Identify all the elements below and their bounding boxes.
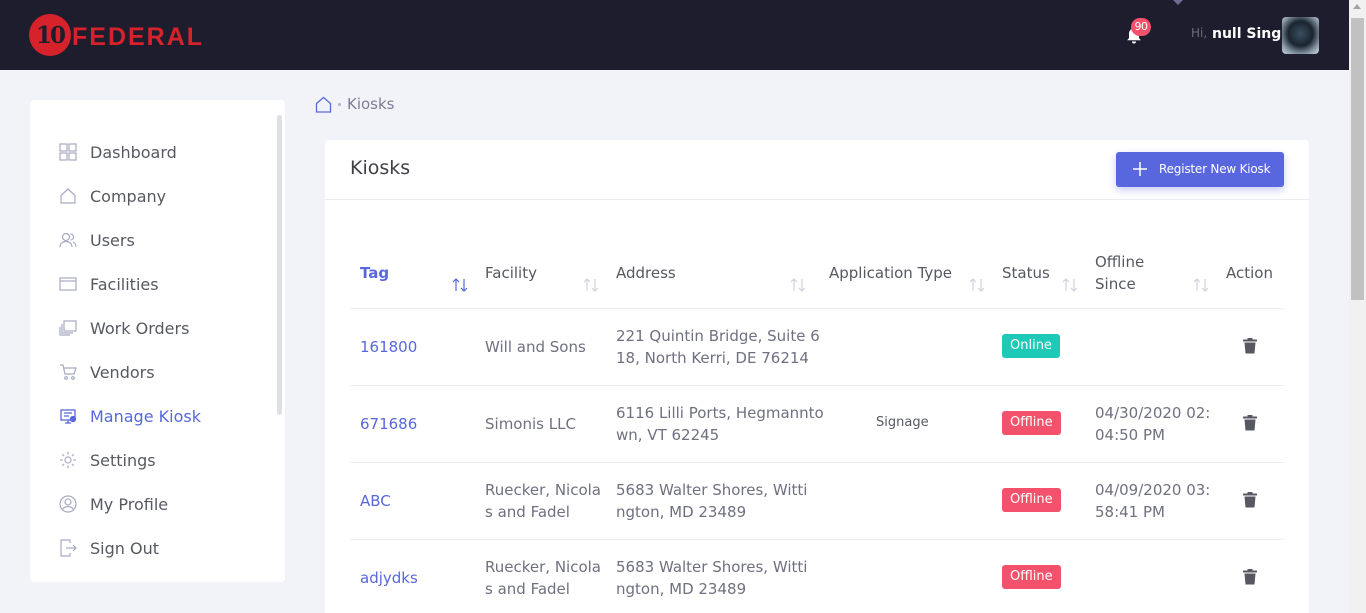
avatar[interactable] xyxy=(1282,17,1319,54)
facilities-icon xyxy=(59,277,77,291)
row-offline-since-line1: 04/09/2020 03: xyxy=(1095,481,1211,499)
sidebar-item-settings[interactable]: Settings xyxy=(30,438,250,482)
profile-icon xyxy=(59,495,77,513)
status-badge: Online xyxy=(1002,334,1060,358)
row-divider xyxy=(350,539,1284,540)
column-header-offline-since-line1[interactable]: Offline xyxy=(1095,251,1144,273)
sidebar-item-label: Users xyxy=(90,230,135,250)
table-header-divider xyxy=(350,308,1284,309)
sidebar-item-label: Dashboard xyxy=(90,142,177,162)
trash-icon[interactable] xyxy=(1243,415,1257,431)
row-facility: Simonis LLC xyxy=(485,415,576,433)
brand-logo[interactable]: 10 FEDERAL xyxy=(29,14,204,56)
row-address-line1: 5683 Walter Shores, Witti xyxy=(616,558,808,576)
row-tag-link[interactable]: adjydks xyxy=(360,567,418,589)
plus-icon xyxy=(1133,162,1147,176)
trash-icon[interactable] xyxy=(1243,338,1257,354)
sidebar-item-manage-kiosk[interactable]: Manage Kiosk xyxy=(30,394,250,438)
row-tag-link[interactable]: 671686 xyxy=(360,413,417,435)
column-header-tag[interactable]: Tag xyxy=(360,262,389,284)
row-address-line2: 18, North Kerri, DE 76214 xyxy=(616,349,809,367)
column-header-action: Action xyxy=(1226,264,1273,282)
register-button-label: Register New Kiosk xyxy=(1159,162,1271,176)
user-name[interactable]: null Singh xyxy=(1212,26,1291,42)
column-header-facility[interactable]: Facility xyxy=(485,262,537,284)
row-divider xyxy=(350,385,1284,386)
sidebar-item-label: My Profile xyxy=(90,494,169,514)
sidebar-item-my-profile[interactable]: My Profile xyxy=(30,482,250,526)
register-new-kiosk-button[interactable]: Register New Kiosk xyxy=(1116,152,1284,187)
sidebar-item-label: Vendors xyxy=(90,362,155,382)
home-icon xyxy=(60,188,76,204)
dropdown-caret-icon xyxy=(1173,0,1183,5)
logo-badge: 10 xyxy=(29,14,71,56)
sidebar-item-label: Manage Kiosk xyxy=(90,406,201,426)
column-header-application-type[interactable]: Application Type xyxy=(829,262,952,284)
sort-icon[interactable] xyxy=(969,278,985,292)
sort-asc-icon[interactable] xyxy=(452,278,468,292)
row-offline-since-line2: 58:41 PM xyxy=(1095,503,1165,521)
row-facility: Will and Sons xyxy=(485,338,586,356)
row-address-line1: 5683 Walter Shores, Witti xyxy=(616,481,808,499)
greeting-text: Hi, xyxy=(1191,26,1208,40)
trash-icon[interactable] xyxy=(1243,492,1257,508)
row-offline-since-line1: 04/30/2020 02: xyxy=(1095,404,1211,422)
page-title: Kiosks xyxy=(350,157,411,179)
row-tag-link[interactable]: 161800 xyxy=(360,336,417,358)
row-address-line2: ngton, MD 23489 xyxy=(616,503,747,521)
breadcrumb-current[interactable]: Kiosks xyxy=(347,95,395,113)
dashboard-icon xyxy=(59,143,77,161)
kiosks-card xyxy=(325,140,1309,613)
sidebar-item-company[interactable]: Company xyxy=(30,174,250,218)
column-header-address[interactable]: Address xyxy=(616,262,676,284)
column-header-status[interactable]: Status xyxy=(1002,262,1050,284)
sort-icon[interactable] xyxy=(790,278,806,292)
row-offline-since-line2: 04:50 PM xyxy=(1095,426,1165,444)
sidebar-item-label: Settings xyxy=(90,450,156,470)
logo-text: FEDERAL xyxy=(72,22,205,51)
row-address-line2: wn, VT 62245 xyxy=(616,426,720,444)
cart-icon xyxy=(60,364,77,380)
row-facility-line2: s and Fadel xyxy=(485,580,570,598)
sidebar-item-label: Work Orders xyxy=(90,318,190,338)
row-address-line2: ngton, MD 23489 xyxy=(616,580,747,598)
status-badge: Offline xyxy=(1002,411,1061,435)
gear-icon xyxy=(60,452,76,468)
sidebar-item-vendors[interactable]: Vendors xyxy=(30,350,250,394)
breadcrumb-separator xyxy=(338,103,341,106)
sort-icon[interactable] xyxy=(1062,278,1078,292)
row-address-line1: 6116 Lilli Ports, Hegmannto xyxy=(616,404,824,422)
work-orders-icon xyxy=(59,320,77,336)
sidebar-item-work-orders[interactable]: Work Orders xyxy=(30,306,250,350)
kiosk-icon xyxy=(60,409,77,424)
sort-icon[interactable] xyxy=(583,278,599,292)
sidebar-item-sign-out[interactable]: Sign Out xyxy=(30,526,250,570)
row-facility-line1: Ruecker, Nicola xyxy=(485,558,601,576)
row-application-type: Signage xyxy=(876,415,929,430)
status-badge: Offline xyxy=(1002,565,1061,589)
page-scrollbar-thumb[interactable] xyxy=(1351,18,1364,300)
sidebar-item-users[interactable]: Users xyxy=(30,218,250,262)
sidebar-item-label: Company xyxy=(90,186,167,206)
scroll-up-arrow-icon[interactable] xyxy=(1353,4,1361,9)
breadcrumb-home-icon[interactable] xyxy=(315,96,332,113)
sidebar-item-dashboard[interactable]: Dashboard xyxy=(30,130,250,174)
sidebar-item-label: Facilities xyxy=(90,274,159,294)
sidebar-item-label: Sign Out xyxy=(90,538,159,558)
sign-out-icon xyxy=(60,539,77,557)
top-bar xyxy=(0,0,1366,70)
sidebar-scrollbar[interactable] xyxy=(277,115,282,415)
row-divider xyxy=(350,462,1284,463)
row-facility-line2: s and Fadel xyxy=(485,503,570,521)
notification-count-badge: 90 xyxy=(1131,18,1151,36)
column-header-offline-since-line2[interactable]: Since xyxy=(1095,273,1136,295)
row-address-line1: 221 Quintin Bridge, Suite 6 xyxy=(616,327,820,345)
trash-icon[interactable] xyxy=(1243,569,1257,585)
row-tag-link[interactable]: ABC xyxy=(360,490,391,512)
row-facility-line1: Ruecker, Nicola xyxy=(485,481,601,499)
sort-icon[interactable] xyxy=(1193,278,1209,292)
users-icon xyxy=(59,232,77,248)
sidebar-item-facilities[interactable]: Facilities xyxy=(30,262,250,306)
status-badge: Offline xyxy=(1002,488,1061,512)
